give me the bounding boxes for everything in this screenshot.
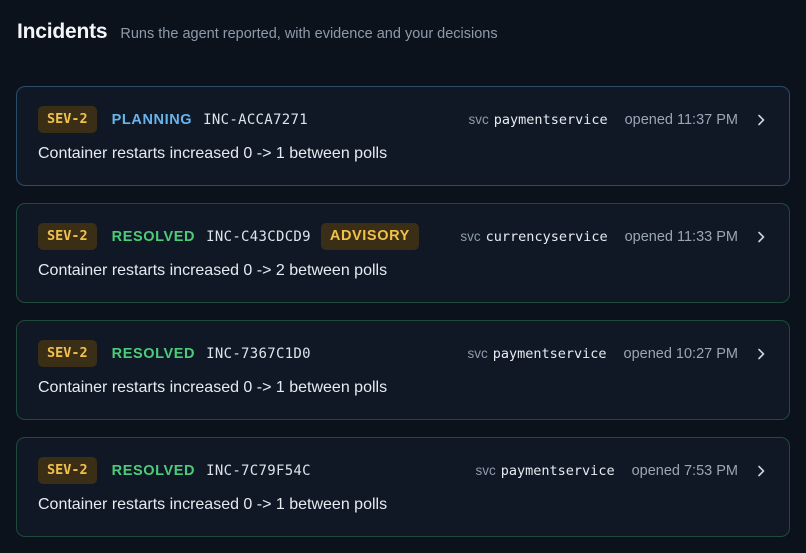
chevron-right-icon[interactable] (754, 230, 768, 244)
incident-description: Container restarts increased 0 -> 1 betw… (38, 379, 388, 396)
status-label: RESOLVED (111, 345, 196, 362)
incident-list: SEV-2 PLANNING INC-ACCA7271 svc payments… (16, 86, 790, 553)
incident-card[interactable]: SEV-2 RESOLVED INC-7C79F54C svc payments… (16, 437, 790, 537)
incident-id: INC-ACCA7271 (203, 111, 308, 128)
service-label: svc (468, 112, 489, 127)
service-label: svc (460, 229, 481, 244)
opened-time: opened 10:27 PM (623, 345, 738, 362)
incidents-page: Incidents Runs the agent reported, with … (0, 0, 806, 553)
status-label: RESOLVED (111, 462, 196, 479)
incident-card[interactable]: SEV-2 PLANNING INC-ACCA7271 svc payments… (16, 86, 790, 186)
severity-badge: SEV-2 (38, 106, 97, 133)
severity-badge: SEV-2 (38, 223, 97, 250)
severity-badge: SEV-2 (38, 340, 97, 367)
status-label: RESOLVED (111, 228, 196, 245)
chevron-right-icon[interactable] (754, 464, 768, 478)
opened-time: opened 11:37 PM (624, 111, 738, 128)
incident-id: INC-7C79F54C (206, 462, 311, 479)
service-label: svc (475, 463, 496, 478)
opened-time: opened 7:53 PM (631, 462, 738, 479)
incident-id: INC-C43CDCD9 (206, 228, 311, 245)
page-subtitle: Runs the agent reported, with evidence a… (120, 26, 498, 42)
incident-description: Container restarts increased 0 -> 1 betw… (38, 496, 388, 513)
incident-card[interactable]: SEV-2 RESOLVED INC-7367C1D0 svc payments… (16, 320, 790, 420)
status-label: PLANNING (111, 111, 193, 128)
incident-card[interactable]: SEV-2 RESOLVED INC-C43CDCD9 ADVISORY svc… (16, 203, 790, 303)
chevron-right-icon[interactable] (754, 347, 768, 361)
page-header: Incidents Runs the agent reported, with … (17, 20, 498, 52)
page-title: Incidents (17, 20, 108, 43)
chevron-right-icon[interactable] (754, 113, 768, 127)
service-name: paymentservice (492, 345, 607, 362)
incident-id: INC-7367C1D0 (206, 345, 311, 362)
service-name: paymentservice (493, 111, 608, 128)
incident-description: Container restarts increased 0 -> 1 betw… (38, 145, 388, 162)
opened-time: opened 11:33 PM (624, 228, 738, 245)
advisory-badge: ADVISORY (320, 223, 419, 250)
incident-description: Container restarts increased 0 -> 2 betw… (38, 262, 388, 279)
service-name: currencyservice (485, 228, 608, 245)
service-name: paymentservice (500, 462, 615, 479)
service-label: svc (467, 346, 488, 361)
severity-badge: SEV-2 (38, 457, 97, 484)
